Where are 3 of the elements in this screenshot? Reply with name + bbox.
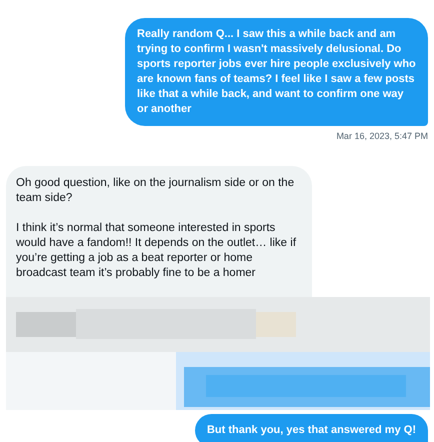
sent-message-bubble: But thank you, yes that answered my Q! [194,414,428,442]
sent-message-bubble: Really random Q... I saw this a while back and am trying to confirm I wasn't massively delusional. Do sports reporter jobs ever hire people exclusively who are known fans of teams? I feel like I saw a few posts like that a while back, and want to confirm one way or another [125,18,428,126]
message-timestamp: Mar 16, 2023, 5:47 PM [336,130,428,142]
